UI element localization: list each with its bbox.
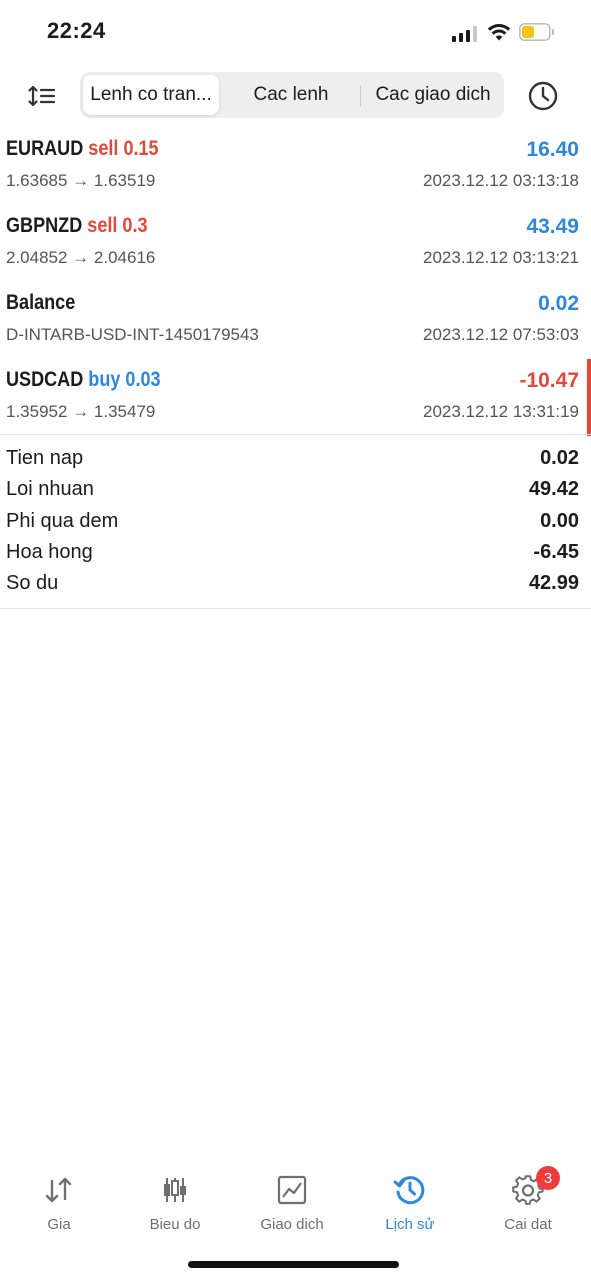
divider	[0, 608, 591, 609]
symbol-name: EURAUD	[6, 137, 84, 160]
tab-quotes[interactable]: Gia	[0, 1160, 118, 1240]
summary-label: Loi nhuan	[6, 478, 94, 501]
deal-symbol: GBPNZD sell 0.3	[6, 214, 148, 238]
summary-label: So du	[6, 572, 59, 595]
deals-list: EURAUD sell 0.15 16.40 1.63685 → 1.63519…	[0, 128, 591, 436]
summary-value: -6.45	[533, 540, 579, 563]
summary-value: 0.02	[540, 447, 579, 469]
status-bar: 22:24	[0, 0, 591, 64]
deal-side: sell 0.3	[87, 214, 148, 237]
tab-charts[interactable]: Bieu do	[116, 1160, 234, 1240]
sort-icon	[28, 85, 56, 107]
trade-chart-icon	[274, 1172, 310, 1208]
deal-profit: -10.47	[519, 369, 579, 392]
deal-profit: 16.40	[526, 138, 579, 161]
deal-comment: D-INTARB-USD-INT-1450179543	[6, 325, 259, 344]
gear-icon: 3	[510, 1166, 560, 1208]
clock-icon	[528, 81, 558, 111]
deal-symbol: EURAUD sell 0.15	[6, 137, 159, 161]
deal-time: 2023.12.12 03:13:21	[423, 248, 579, 267]
deal-time: 2023.12.12 13:31:19	[423, 402, 579, 421]
notification-badge: 3	[536, 1166, 560, 1190]
summary-value: 42.99	[528, 572, 579, 595]
summary-label: Hoa hong	[6, 540, 93, 563]
tab-trade[interactable]: Giao dich	[233, 1160, 351, 1240]
summary-label: Tien nap	[6, 447, 84, 469]
tab-history[interactable]: Lịch sử	[351, 1160, 469, 1240]
wifi-icon	[487, 24, 511, 41]
tab-deals[interactable]: Cac giao dich	[363, 75, 503, 115]
deal-time: 2023.12.12 07:53:03	[423, 325, 579, 344]
cellular-signal-icon	[452, 26, 478, 42]
battery-icon	[519, 23, 554, 41]
list-item[interactable]: USDCAD buy 0.03 -10.47 1.35952 → 1.35479…	[0, 359, 591, 436]
list-item[interactable]: EURAUD sell 0.15 16.40 1.63685 → 1.63519…	[0, 128, 591, 205]
summary-section: Tien nap 0.02 Loi nhuan 49.42 Phi qua de…	[0, 443, 591, 599]
tab-settings[interactable]: 3 Cai dat	[469, 1160, 587, 1240]
summary-row-swap: Phi qua dem 0.00	[0, 506, 591, 537]
deal-prices: 1.35952 → 1.35479	[6, 402, 156, 421]
symbol-name: Balance	[6, 291, 76, 314]
segmented-control: Lenh co tran... Cac lenh Cac giao dich	[80, 72, 504, 118]
summary-row-profit: Loi nhuan 49.42	[0, 474, 591, 505]
tab-label: Lịch sử	[385, 1216, 435, 1233]
deal-profit: 43.49	[526, 215, 579, 238]
summary-label: Phi qua dem	[6, 509, 119, 532]
deal-symbol: USDCAD buy 0.03	[6, 368, 161, 392]
deal-time: 2023.12.12 03:13:18	[423, 171, 579, 190]
symbol-name: GBPNZD	[6, 214, 83, 237]
toolbar: Lenh co tran... Cac lenh Cac giao dich	[0, 70, 591, 120]
history-period-button[interactable]	[524, 77, 562, 115]
tab-label: Gia	[47, 1216, 71, 1233]
deal-side: buy 0.03	[88, 368, 161, 391]
home-indicator	[188, 1261, 399, 1268]
candlestick-chart-icon	[157, 1172, 193, 1208]
tab-label: Cai dat	[504, 1216, 552, 1233]
list-item[interactable]: Balance 0.02 D-INTARB-USD-INT-1450179543…	[0, 282, 591, 359]
deal-profit: 0.02	[538, 292, 579, 315]
symbol-name: USDCAD	[6, 368, 84, 391]
tab-label: Bieu do	[149, 1216, 201, 1233]
segment-divider	[360, 86, 361, 106]
summary-row-balance: So du 42.99	[0, 568, 591, 599]
summary-value: 49.42	[528, 478, 579, 501]
sort-button[interactable]	[24, 78, 60, 114]
tab-bar: Gia Bieu do Giao dich Lịch sử 3 Cai dat	[0, 1160, 591, 1240]
summary-row-deposit: Tien nap 0.02	[0, 443, 591, 474]
tab-open-orders[interactable]: Lenh co tran...	[83, 75, 219, 115]
list-item[interactable]: GBPNZD sell 0.3 43.49 2.04852 → 2.04616 …	[0, 205, 591, 282]
deal-prices: 1.63685 → 1.63519	[6, 171, 156, 190]
deal-side: sell 0.15	[88, 137, 159, 160]
tab-label: Giao dich	[260, 1216, 324, 1233]
history-icon	[392, 1172, 428, 1208]
summary-value: 0.00	[540, 509, 579, 532]
status-time: 22:24	[47, 18, 106, 43]
quotes-icon	[41, 1172, 77, 1208]
tab-orders[interactable]: Cac lenh	[223, 75, 359, 115]
divider	[0, 434, 591, 435]
deal-symbol: Balance	[6, 291, 75, 315]
summary-row-commission: Hoa hong -6.45	[0, 537, 591, 568]
deal-prices: 2.04852 → 2.04616	[6, 248, 156, 267]
